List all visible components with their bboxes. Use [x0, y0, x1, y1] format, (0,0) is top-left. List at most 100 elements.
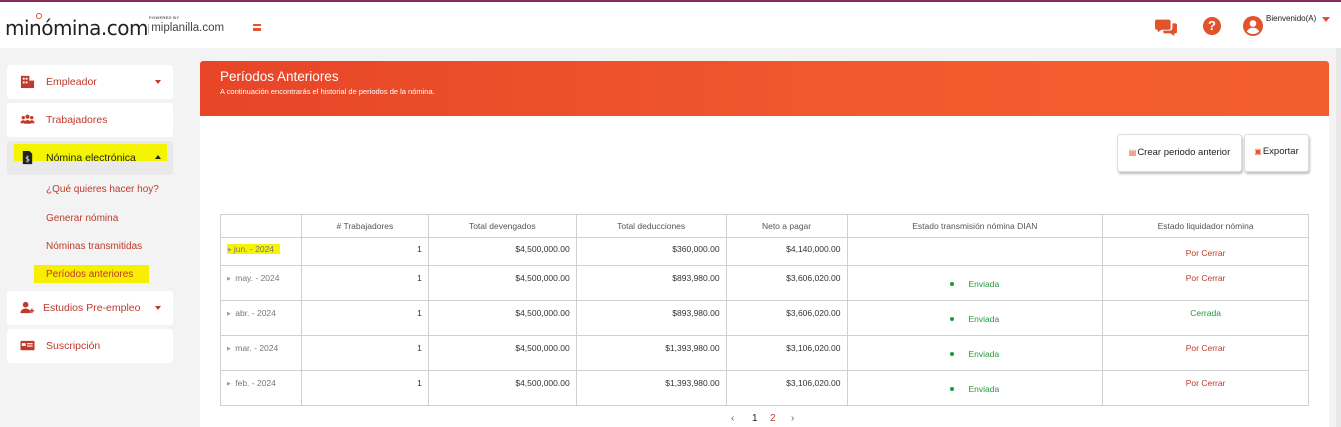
sidebar-item-label: Estudios Pre-empleo [43, 302, 141, 314]
chevron-right-icon: ▶ [227, 381, 231, 387]
top-bar: minómina.com POWERED BY miplanilla.com ?… [0, 2, 1341, 48]
earned-cell: $4,500,000.00 [427, 265, 577, 301]
period-cell[interactable]: ▶ jun. - 2024 [220, 237, 302, 266]
earned-cell: $4,500,000.00 [427, 237, 577, 266]
chevron-down-icon [155, 80, 161, 84]
sub-item-periodos-anteriores[interactable]: Períodos anteriores [46, 269, 133, 280]
sidebar-item-label: Empleador [46, 76, 97, 88]
sidebar-item-nomina-electronica[interactable]: $ Nómina electrónica [7, 141, 173, 175]
net-cell: $3,106,020.00 [725, 335, 848, 371]
pagination-prev-icon[interactable]: ‹ [731, 413, 734, 424]
users-icon [20, 114, 35, 124]
period-cell[interactable]: ▶ mar. - 2024 [220, 335, 302, 371]
payroll-file-icon: $ [22, 150, 33, 165]
period-cell[interactable]: ▶ may. - 2024 [220, 265, 302, 301]
liquidator-status-cell: Por Cerrar [1102, 237, 1309, 266]
table-row[interactable]: ▶ jun. - 2024 1 $4,500,000.00 $360,000.00… [220, 237, 1309, 266]
create-period-button[interactable]: ▤Crear periodo anterior [1117, 134, 1242, 172]
user-add-icon [20, 301, 35, 314]
table-row[interactable]: ▶ mar. - 2024 1 $4,500,000.00 $1,393,980… [220, 335, 1309, 371]
calendar-icon: ▤ [1128, 148, 1137, 157]
chevron-up-icon [155, 155, 161, 159]
chat-icon[interactable] [1155, 16, 1177, 38]
chevron-down-icon[interactable] [1322, 17, 1330, 22]
deductions-cell: $1,393,980.00 [575, 335, 727, 371]
earned-cell: $4,500,000.00 [427, 370, 577, 406]
status-dot-icon [950, 317, 955, 321]
sidebar-item-trabajadores[interactable]: Trabajadores [7, 103, 173, 137]
chevron-right-icon: ▶ [228, 247, 232, 253]
building-icon [20, 75, 35, 89]
sub-item-generar-nomina[interactable]: Generar nómina [46, 213, 118, 224]
deductions-cell: $1,393,980.00 [575, 370, 727, 406]
deductions-cell: $360,000.00 [575, 237, 727, 266]
pagination-page-2[interactable]: 2 [770, 413, 776, 424]
dian-status-cell: Enviada [846, 265, 1104, 301]
export-button[interactable]: ▣Exportar [1244, 134, 1309, 172]
workers-cell: 1 [300, 370, 429, 406]
column-header: Neto a pagar [725, 214, 848, 238]
sub-item-que-hacer[interactable]: ¿Qué quieres hacer hoy? [46, 184, 159, 195]
page-scrollbar[interactable] [1336, 48, 1341, 427]
sidebar-item-suscripcion[interactable]: Suscripción [7, 329, 173, 363]
table-row[interactable]: ▶ feb. - 2024 1 $4,500,000.00 $1,393,980… [220, 370, 1309, 406]
chevron-right-icon: ▶ [227, 276, 231, 282]
menu-icon[interactable] [253, 24, 261, 31]
dian-status-cell [846, 237, 1104, 266]
earned-cell: $4,500,000.00 [427, 300, 577, 336]
workers-cell: 1 [300, 237, 429, 266]
logo[interactable]: minómina.com [5, 16, 149, 40]
powered-by-label: POWERED BY [149, 15, 180, 20]
table-row[interactable]: ▶ abr. - 2024 1 $4,500,000.00 $893,980.0… [220, 300, 1309, 336]
period-cell[interactable]: ▶ abr. - 2024 [220, 300, 302, 336]
column-header: # Trabajadores [300, 214, 429, 238]
svg-text:$: $ [25, 154, 30, 163]
page-subtitle: A continuación encontrarás el historial … [220, 87, 435, 96]
user-icon[interactable] [1243, 16, 1263, 36]
sidebar-item-label: Trabajadores [46, 114, 108, 126]
net-cell: $3,106,020.00 [725, 370, 848, 406]
status-dot-icon [950, 387, 955, 391]
workers-cell: 1 [300, 265, 429, 301]
dian-status-cell: Enviada [846, 335, 1104, 371]
period-cell[interactable]: ▶ feb. - 2024 [220, 370, 302, 406]
chevron-right-icon: ▶ [227, 346, 231, 352]
net-cell: $4,140,000.00 [725, 237, 848, 266]
dian-status-cell: Enviada [846, 370, 1104, 406]
table-header: # Trabajadores Total devengados Total de… [220, 214, 1309, 238]
pagination-page-1[interactable]: 1 [752, 413, 758, 424]
file-icon: ▣ [1254, 147, 1262, 156]
table-row[interactable]: ▶ may. - 2024 1 $4,500,000.00 $893,980.0… [220, 265, 1309, 301]
column-header: Estado transmisión nómina DIAN [846, 214, 1104, 238]
liquidator-status-cell: Por Cerrar [1102, 370, 1309, 406]
chevron-right-icon: ▶ [227, 311, 231, 317]
net-cell: $3,606,020.00 [725, 265, 848, 301]
earned-cell: $4,500,000.00 [427, 335, 577, 371]
chevron-down-icon [155, 306, 161, 310]
user-greeting[interactable]: Bienvenido(A) [1266, 14, 1316, 23]
periods-table: # Trabajadores Total devengados Total de… [220, 214, 1309, 406]
column-header: Total deducciones [575, 214, 727, 238]
status-dot-icon [950, 282, 955, 286]
deductions-cell: $893,980.00 [575, 300, 727, 336]
workers-cell: 1 [300, 335, 429, 371]
sub-item-nominas-transmitidas[interactable]: Nóminas transmitidas [46, 241, 142, 252]
column-header: Total devengados [427, 214, 577, 238]
status-dot-icon [950, 352, 955, 356]
net-cell: $3,606,020.00 [725, 300, 848, 336]
pagination-next-icon[interactable]: › [791, 413, 794, 424]
sidebar-item-estudios-pre-empleo[interactable]: Estudios Pre-empleo [7, 291, 173, 325]
liquidator-status-cell: Por Cerrar [1102, 265, 1309, 301]
partner-logo: miplanilla.com [148, 22, 224, 34]
card-icon [20, 340, 35, 351]
logo-accent-icon [36, 13, 42, 19]
page-title: Períodos Anteriores [220, 69, 339, 84]
dian-status-cell: Enviada [846, 300, 1104, 336]
page-banner: Períodos Anteriores A continuación encon… [200, 61, 1329, 116]
column-header: Estado liquidador nómina [1102, 214, 1309, 238]
liquidator-status-cell: Cerrada [1102, 300, 1309, 336]
sidebar-item-empleador[interactable]: Empleador [7, 65, 173, 99]
workers-cell: 1 [300, 300, 429, 336]
help-icon[interactable]: ? [1203, 17, 1221, 35]
deductions-cell: $893,980.00 [575, 265, 727, 301]
